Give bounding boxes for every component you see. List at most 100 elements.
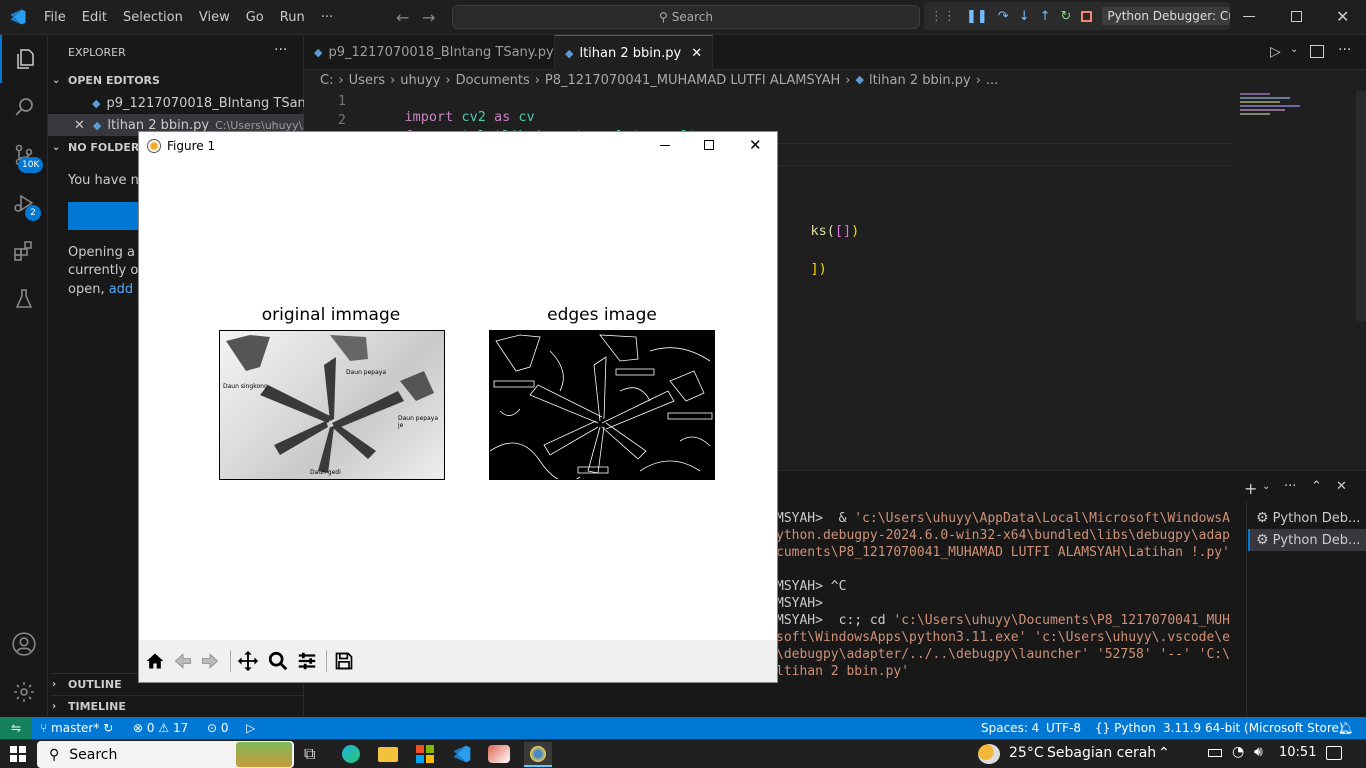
menu-selection[interactable]: Selection [115,0,191,35]
save-icon[interactable] [331,648,357,674]
drag-handle-icon[interactable]: ⋮⋮ [930,9,956,24]
menu-go[interactable]: Go [238,0,272,35]
open-editor-item[interactable]: ◆ p9_1217070018_BIntang TSany.... [48,92,328,114]
start-button[interactable] [10,746,26,762]
pan-icon[interactable] [235,648,261,674]
chevron-right-icon: › [52,701,57,712]
extensions-icon[interactable] [0,227,48,275]
pause-icon[interactable]: ❚❚ [966,9,988,24]
breadcrumb-item[interactable]: ltihan 2 bbin.py [869,73,971,88]
zoom-icon[interactable] [265,648,291,674]
maximize-panel-icon[interactable]: ⌃ [1311,479,1322,494]
account-icon[interactable] [0,620,48,668]
volume-icon[interactable]: 🔊︎ [1254,744,1263,760]
problems-indicator[interactable]: ⊗ 0 ⚠ 17 [133,717,188,739]
file-explorer-icon[interactable] [378,747,398,762]
back-icon[interactable] [170,648,196,674]
battery-icon[interactable] [1208,749,1222,757]
close-editor-icon[interactable]: ✕ [74,118,85,133]
menu-view[interactable]: View [191,0,238,35]
clock[interactable]: 10:51 [1279,745,1316,760]
explorer-more-icon[interactable]: ··· [274,42,287,58]
configure-subplots-icon[interactable] [294,648,320,674]
vscode-taskbar-icon[interactable] [452,744,472,768]
interpreter-indicator[interactable]: 3.11.9 64-bit (Microsoft Store) [1163,717,1344,739]
restore-icon[interactable] [1291,11,1302,22]
run-file-icon[interactable]: ▷ [1270,44,1281,60]
menu-run[interactable]: Run [272,0,313,35]
menu-edit[interactable]: Edit [74,0,115,35]
open-editors-header[interactable]: ⌄ OPEN EDITORS [52,69,160,91]
explorer-icon[interactable] [0,35,48,83]
indentation-indicator[interactable]: Spaces: 4 [981,717,1039,739]
step-into-icon[interactable]: ↓ [1019,9,1030,24]
wifi-icon[interactable]: ◔ [1232,744,1244,760]
breadcrumb-item[interactable]: ... [986,73,998,88]
command-center-search[interactable]: ⚲ Search [452,5,920,29]
debug-config-select[interactable]: Python Debugger: Cu [1102,7,1230,25]
open-folder-button[interactable] [68,202,138,230]
breadcrumb-item[interactable]: uhuyy [400,73,440,88]
breadcrumb-item[interactable]: P8_1217070041_MUHAMAD LUTFI ALAMSYAH [545,73,840,88]
stop-icon[interactable] [1081,10,1093,22]
figure-minimize-icon[interactable] [660,145,670,146]
minimap[interactable] [1234,91,1314,151]
git-branch[interactable]: ⑂ master* ↻ [40,717,113,739]
debug-launch-icon[interactable]: ▷ [246,717,255,739]
panel-more-icon[interactable]: ··· [1284,479,1296,494]
weather-desc[interactable]: Sebagian cerah [1047,745,1156,761]
remote-indicator[interactable]: ⇋ [0,717,32,739]
matplotlib-logo-icon [147,139,161,153]
run-debug-icon[interactable]: 2 [0,179,48,227]
forward-icon[interactable] [197,648,223,674]
step-over-icon[interactable]: ↷ [998,9,1009,24]
back-arrow-icon[interactable]: ← [396,8,409,27]
menu-file[interactable]: File [36,0,74,35]
app-taskbar-icon[interactable] [488,745,510,763]
open-editors-label: OPEN EDITORS [68,73,160,87]
split-editor-icon[interactable] [1310,45,1324,58]
home-icon[interactable] [142,648,168,674]
ports-indicator[interactable]: ⊙ 0 [207,717,229,739]
notifications-icon[interactable]: 🔔︎ [1338,717,1353,739]
forward-arrow-icon[interactable]: → [422,8,435,27]
task-view-icon[interactable]: ⧉ [304,744,315,764]
settings-gear-icon[interactable] [0,668,48,716]
testing-icon[interactable] [0,275,48,323]
tray-chevron-up-icon[interactable]: ⌃ [1158,745,1170,761]
terminal-dropdown-icon[interactable]: ⌄ [1262,481,1270,492]
notification-center-icon[interactable] [1326,746,1342,760]
search-activity-icon[interactable] [0,83,48,131]
terminal-session-2[interactable]: ⚙ Python Deb... [1248,529,1366,551]
python-figure-taskbar-icon[interactable] [524,742,552,767]
figure-maximize-icon[interactable] [704,140,714,150]
tab-p9[interactable]: ◆ p9_1217070018_BIntang TSany.py [304,35,555,70]
debug-toolbar: ⋮⋮ ❚❚ ↷ ↓ ↑ ↻ Python Debugger: Cu [924,2,1230,30]
timeline-header[interactable]: › TIMELINE [52,695,304,717]
store-icon[interactable] [416,745,434,763]
encoding-indicator[interactable]: UTF-8 [1046,717,1081,739]
minimize-icon[interactable] [1243,16,1255,17]
step-out-icon[interactable]: ↑ [1040,9,1051,24]
breadcrumb-item[interactable]: C: [320,73,333,88]
run-dropdown-icon[interactable]: ⌄ [1290,44,1298,55]
tab-close-icon[interactable]: ✕ [691,46,702,61]
new-terminal-icon[interactable]: + [1244,479,1257,498]
weather-icon[interactable] [978,744,1000,764]
editor-scrollbar[interactable] [1356,91,1366,321]
terminal-session-1[interactable]: ⚙ Python Deb... [1256,507,1366,529]
menu-more[interactable]: ··· [313,0,341,35]
language-indicator[interactable]: {} Python [1095,717,1156,739]
breadcrumb-item[interactable]: Documents [456,73,530,88]
figure-close-icon[interactable]: ✕ [749,136,762,154]
editor-more-icon[interactable]: ··· [1338,42,1351,58]
close-panel-icon[interactable]: ✕ [1336,479,1347,494]
edge-icon[interactable] [342,745,360,763]
taskbar-search-icon: ⚲ [49,746,60,763]
tab-ltihan[interactable]: ◆ ltihan 2 bbin.py ✕ [555,35,713,70]
breadcrumb-item[interactable]: Users [349,73,385,88]
source-control-icon[interactable]: 10K [0,131,48,179]
weather-temp[interactable]: 25°C [1009,745,1044,761]
restart-icon[interactable]: ↻ [1061,9,1072,24]
close-window-icon[interactable]: ✕ [1336,7,1349,26]
